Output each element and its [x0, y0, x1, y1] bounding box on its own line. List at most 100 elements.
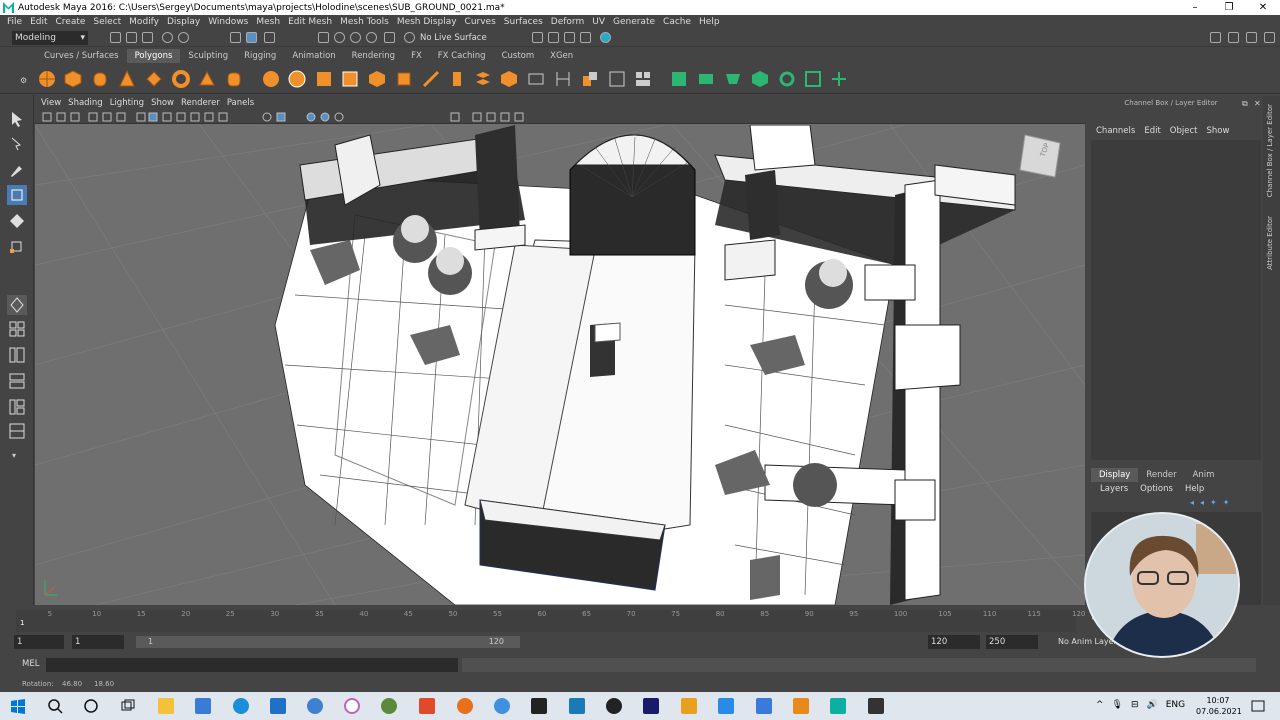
planar-map-icon[interactable]	[697, 70, 715, 88]
menu-help[interactable]: Help	[699, 17, 720, 27]
viewport-menu-renderer[interactable]: Renderer	[181, 98, 220, 108]
shelf-tab-rigging[interactable]: Rigging	[236, 49, 284, 63]
select-hierarchy-icon[interactable]	[230, 32, 241, 43]
redo-icon[interactable]	[178, 32, 189, 43]
menu-mesh-display[interactable]: Mesh Display	[397, 17, 457, 27]
menu-edit[interactable]: Edit	[30, 17, 47, 27]
network-icon[interactable]: ⊟	[1131, 700, 1139, 710]
menu-curves[interactable]: Curves	[465, 17, 496, 27]
menu-modify[interactable]: Modify	[129, 17, 159, 27]
append-icon[interactable]	[474, 70, 492, 88]
viewport-menu-shading[interactable]: Shading	[68, 98, 103, 108]
fill-hole-icon[interactable]	[500, 70, 518, 88]
layer-menu-options[interactable]: Options	[1140, 484, 1173, 494]
menu-generate[interactable]: Generate	[613, 17, 655, 27]
edge-icon[interactable]	[233, 698, 249, 714]
outliner-layout-icon[interactable]	[7, 397, 27, 417]
target-weld-icon[interactable]	[608, 70, 626, 88]
taskbar-clock[interactable]: 10:07 07.06.2021	[1196, 695, 1242, 717]
side-tab-channel-box[interactable]: Channel Box / Layer Editor	[1266, 104, 1274, 197]
four-view-layout-icon[interactable]	[7, 319, 27, 339]
vlc-icon[interactable]	[793, 698, 809, 714]
viewport-menu-show[interactable]: Show	[151, 98, 174, 108]
poly-plane-icon[interactable]	[145, 70, 163, 88]
command-input[interactable]	[46, 658, 458, 672]
attribute-editor-toggle-icon[interactable]	[1246, 32, 1257, 43]
poly-torus-icon[interactable]	[172, 70, 190, 88]
sew-uvs-icon[interactable]	[830, 70, 848, 88]
select-component-icon[interactable]	[264, 32, 275, 43]
undo-icon[interactable]	[162, 32, 173, 43]
channel-box-area[interactable]	[1091, 140, 1261, 460]
itunes-icon[interactable]	[344, 698, 360, 714]
messenger-icon[interactable]	[494, 698, 510, 714]
viewport-persp[interactable]: View Shading Lighting Show Renderer Pane…	[35, 96, 1085, 605]
channel-box-toggle-icon[interactable]	[1264, 32, 1275, 43]
range-slider[interactable]: 1 120	[136, 636, 520, 648]
snap-view-icon[interactable]	[366, 32, 377, 43]
menu-windows[interactable]: Windows	[208, 17, 248, 27]
layer-menu-help[interactable]: Help	[1185, 484, 1204, 494]
move-tool-icon[interactable]	[7, 185, 27, 205]
extract-icon[interactable]	[315, 70, 333, 88]
poly-pipe-icon[interactable]	[225, 70, 243, 88]
single-perspective-view-icon[interactable]	[7, 295, 27, 315]
poly-cylinder-icon[interactable]	[91, 70, 109, 88]
bevel-icon[interactable]	[448, 70, 466, 88]
mode-selector[interactable]: Modeling	[12, 31, 88, 45]
onedrive-icon[interactable]	[307, 698, 323, 714]
offset-edge-loop-icon[interactable]	[581, 70, 599, 88]
menu-file[interactable]: File	[7, 17, 22, 27]
channel-box-menu-edit[interactable]: Edit	[1144, 126, 1160, 136]
render-frame-icon[interactable]	[548, 32, 559, 43]
start-frame-field[interactable]: 1	[14, 635, 64, 649]
menu-create[interactable]: Create	[56, 17, 86, 27]
menu-deform[interactable]: Deform	[551, 17, 584, 27]
viewport-toolbar-icons[interactable]	[41, 110, 541, 124]
new-layer-icon[interactable]: ✦	[1210, 498, 1217, 507]
mail-icon[interactable]	[270, 698, 286, 714]
terminal-icon[interactable]	[531, 698, 547, 714]
snap-surface-icon[interactable]	[384, 32, 395, 43]
render-view-icon[interactable]	[532, 32, 543, 43]
sublime-icon[interactable]	[681, 698, 697, 714]
channel-box-menu-show[interactable]: Show	[1206, 126, 1229, 136]
persp-outliner-layout-icon[interactable]	[7, 345, 27, 365]
shelf-options-icon[interactable]: ⚙	[20, 76, 27, 85]
hypershade-icon[interactable]	[600, 32, 611, 43]
obs-icon[interactable]	[606, 698, 622, 714]
multi-cut-icon[interactable]	[527, 70, 545, 88]
poly-cube-icon[interactable]	[64, 70, 82, 88]
file-explorer-icon[interactable]	[158, 698, 174, 714]
layer-tab-display[interactable]: Display	[1091, 468, 1139, 482]
layer-tab-anim[interactable]: Anim	[1185, 468, 1223, 482]
store-icon[interactable]	[195, 698, 211, 714]
extrude-icon[interactable]	[395, 70, 413, 88]
move-layer-down-icon[interactable]: ◂	[1200, 498, 1204, 507]
volume-icon[interactable]: 🔊	[1147, 700, 1158, 710]
shelf-tab-polygons[interactable]: Polygons	[126, 49, 181, 63]
layout-icon[interactable]	[1228, 32, 1239, 43]
restore-button[interactable]: ❐	[1212, 0, 1246, 15]
viewport-menu-lighting[interactable]: Lighting	[110, 98, 144, 108]
menu-uv[interactable]: UV	[592, 17, 605, 27]
ipr-render-icon[interactable]	[564, 32, 575, 43]
task-view-icon[interactable]	[120, 698, 136, 714]
shelf-tab-animation[interactable]: Animation	[284, 49, 343, 63]
photos-icon[interactable]	[569, 698, 585, 714]
cylindrical-map-icon[interactable]	[724, 70, 742, 88]
float-panel-icon[interactable]: ⧉	[1242, 99, 1248, 109]
menu-mesh[interactable]: Mesh	[256, 17, 280, 27]
uv-editor-icon[interactable]	[670, 70, 688, 88]
tray-expand-icon[interactable]: ^	[1096, 700, 1104, 710]
insert-edge-loop-icon[interactable]	[554, 70, 572, 88]
windows-start-icon[interactable]	[10, 698, 26, 714]
poly-sphere-icon[interactable]	[38, 70, 56, 88]
select-tool-icon[interactable]	[7, 109, 27, 129]
layer-menu-layers[interactable]: Layers	[1100, 484, 1128, 494]
shelf-tab-rendering[interactable]: Rendering	[344, 49, 403, 63]
menu-display[interactable]: Display	[167, 17, 200, 27]
shelf-tab-fx[interactable]: FX	[403, 49, 430, 63]
firefox-icon[interactable]	[457, 698, 473, 714]
cortana-icon[interactable]	[83, 698, 99, 714]
